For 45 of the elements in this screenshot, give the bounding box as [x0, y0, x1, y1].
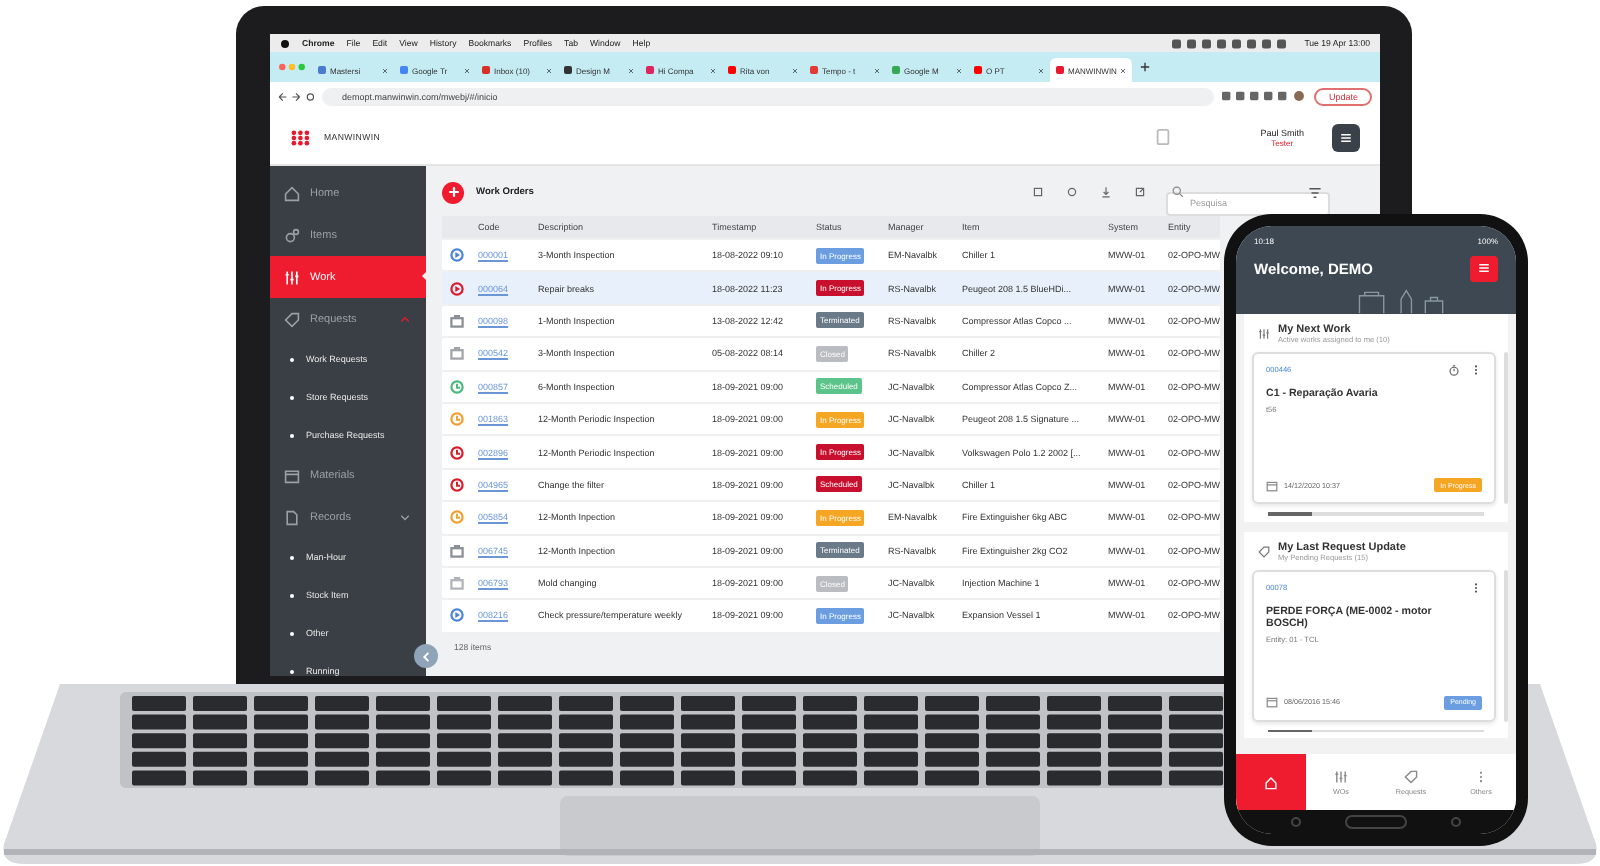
tag-icon — [284, 311, 300, 327]
search-icon — [1172, 186, 1184, 198]
calendar-icon — [1266, 479, 1278, 491]
menu-icon — [1338, 129, 1354, 145]
home-icon — [284, 185, 300, 201]
new-tab-icon[interactable] — [1140, 62, 1150, 72]
tools-icon — [284, 269, 300, 285]
tools-icon — [1334, 769, 1348, 783]
chevron-icon[interactable] — [400, 512, 410, 522]
refresh-icon[interactable] — [1066, 186, 1078, 198]
filter-icon[interactable] — [1308, 185, 1322, 199]
chevron-left-icon — [419, 649, 433, 663]
apple-icon — [280, 38, 290, 48]
download-icon[interactable] — [1100, 186, 1112, 198]
navigation-icons-drawing[interactable] — [278, 91, 314, 101]
selection-notch — [422, 270, 428, 282]
window-controls-icon[interactable] — [278, 62, 306, 72]
extensions-drawing[interactable] — [1222, 90, 1307, 102]
gears-icon — [284, 227, 300, 243]
add-button[interactable] — [442, 181, 464, 203]
menu-button[interactable] — [1470, 255, 1498, 281]
home-icon — [1264, 775, 1278, 789]
close-icon[interactable] — [956, 67, 962, 73]
document-icon — [284, 509, 300, 525]
tag-icon — [1258, 545, 1270, 557]
close-icon[interactable] — [464, 67, 470, 73]
export-icon[interactable] — [1134, 186, 1146, 198]
collapse-button[interactable] — [414, 644, 438, 668]
timer-icon[interactable] — [1448, 364, 1460, 376]
close-icon[interactable] — [546, 67, 552, 73]
close-icon[interactable] — [1120, 67, 1127, 73]
box-icon — [284, 467, 300, 483]
close-icon[interactable] — [710, 67, 716, 73]
menu-icon — [1476, 260, 1492, 276]
close-icon[interactable] — [792, 67, 798, 73]
tools-icon — [1258, 328, 1270, 340]
plus-icon — [445, 184, 461, 200]
menu-button[interactable] — [1332, 123, 1360, 151]
tag-icon — [1404, 769, 1418, 783]
close-icon[interactable] — [874, 67, 880, 73]
save-icon[interactable] — [1032, 186, 1044, 198]
calendar-icon — [1266, 696, 1278, 708]
close-icon[interactable] — [1038, 67, 1044, 73]
close-icon[interactable] — [628, 67, 634, 73]
close-icon[interactable] — [382, 67, 388, 73]
